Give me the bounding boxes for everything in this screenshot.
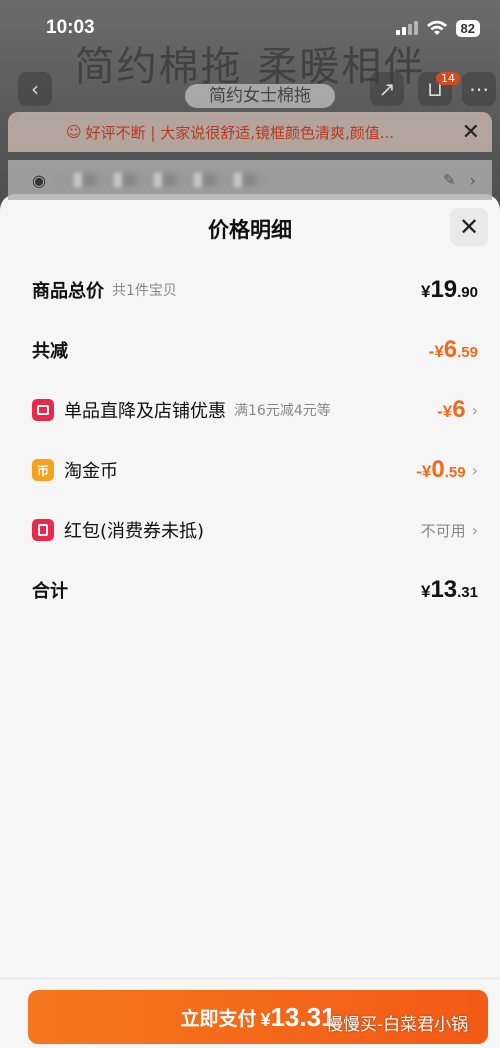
cart-badge: 14 — [436, 72, 460, 85]
close-icon[interactable]: ✕ — [462, 120, 480, 145]
sheet-header: 价格明细 ✕ — [0, 194, 500, 264]
footer-divider — [0, 978, 500, 979]
battery-icon: 82 — [455, 19, 480, 37]
back-icon[interactable]: ‹ — [18, 72, 52, 106]
total-price-label: 商品总价 — [32, 281, 104, 302]
store-discount-value: -¥ 6 — [437, 396, 466, 423]
coins-value: -¥ 0.59 — [416, 456, 466, 483]
coin-icon: 币 — [32, 459, 54, 481]
notice-bar: ☺ 好评不断 | 大家说很舒适,镜框颜色清爽,颜值... ✕ — [8, 112, 492, 152]
sum-value: ¥13.31 — [420, 576, 478, 603]
location-icon: ◉ — [32, 170, 46, 190]
total-discount-label: 共减 — [32, 341, 68, 362]
total-discount-value: -¥ 6.59 — [428, 336, 478, 363]
address-row: ◉ ✎ › — [8, 160, 492, 200]
status-icons: 82 — [395, 19, 480, 37]
chevron-right-icon: › — [471, 400, 478, 420]
chevron-right-icon: › — [471, 460, 478, 480]
close-icon: ✕ — [458, 213, 480, 241]
row-taojin-coins: 币 淘金币 -¥ 0.59 › — [0, 450, 500, 490]
store-discount-sub: 满16元减4元等 — [234, 403, 331, 419]
more-icon[interactable]: ⋯ — [462, 72, 496, 106]
store-discount-label: 单品直降及店铺优惠 — [64, 401, 226, 422]
total-price-value: ¥19.90 — [420, 276, 478, 303]
edit-icon[interactable]: ✎ — [443, 171, 456, 189]
notice-text: 好评不断 | 大家说很舒适,镜框颜色清爽,颜值... — [85, 123, 395, 142]
red-packet-label: 红包(消费券未抵) — [64, 521, 205, 542]
status-time: 10:03 — [46, 17, 95, 38]
sheet-title: 价格明细 — [208, 218, 292, 242]
coins-label: 淘金币 — [64, 461, 118, 482]
share-icon[interactable]: ↗ — [370, 72, 404, 106]
row-store-discount[interactable]: 单品直降及店铺优惠 满16元减4元等 -¥ 6 › — [0, 390, 500, 430]
address-blurred — [55, 173, 266, 187]
row-sum: 合计 ¥13.31 — [0, 570, 500, 610]
chevron-right-icon: › — [469, 170, 476, 190]
red-packet-status: 不可用 — [420, 521, 466, 540]
item-count: 共1件宝贝 — [112, 283, 177, 299]
wifi-icon — [426, 20, 447, 35]
chevron-right-icon: › — [471, 520, 478, 540]
background-page: 10:03 82 简约棉拖 柔暖相伴 ‹ 简约女士棉拖 ↗ ⊔ 14 ⋯ ☺ 好… — [0, 0, 500, 220]
sum-label: 合计 — [32, 581, 68, 602]
close-button[interactable]: ✕ — [450, 208, 488, 246]
pay-button-amount: ¥13.31 — [260, 1001, 336, 1032]
row-total-price: 商品总价 共1件宝贝 ¥19.90 — [0, 270, 500, 310]
red-packet-icon — [32, 519, 54, 541]
store-discount-icon — [32, 399, 54, 421]
status-bar: 10:03 82 — [0, 0, 500, 56]
row-total-discount: 共减 -¥ 6.59 — [0, 330, 500, 370]
product-pill: 简约女士棉拖 — [185, 84, 335, 108]
row-red-packet[interactable]: 红包(消费券未抵) 不可用 › — [0, 510, 500, 550]
signal-icon — [395, 21, 418, 35]
pay-button-label: 立即支付 — [180, 1007, 257, 1030]
smile-icon: ☺ — [66, 123, 82, 141]
watermark: 慢慢买-白菜君小锅 — [326, 1015, 469, 1035]
price-detail-sheet: 价格明细 ✕ 商品总价 共1件宝贝 ¥19.90 共减 -¥ 6.59 单品直降及… — [0, 194, 500, 1048]
